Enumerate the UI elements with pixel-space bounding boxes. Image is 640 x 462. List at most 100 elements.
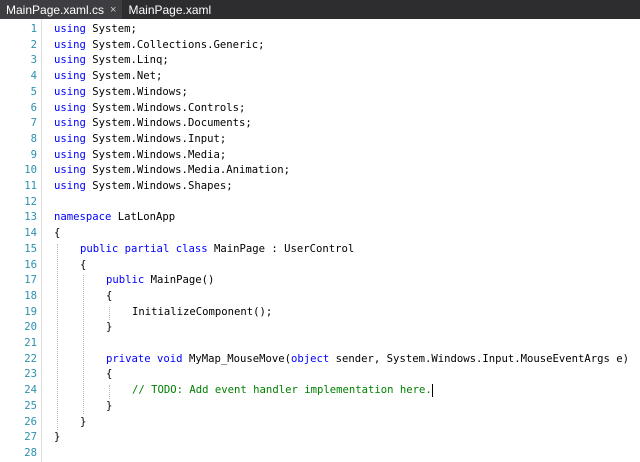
keyword-token: public <box>80 242 119 255</box>
code-line[interactable]: 3 using System.Linq; <box>0 53 640 69</box>
code-token: } <box>106 399 113 412</box>
keyword-token: partial <box>124 242 170 255</box>
code-text: using System.Windows.Shapes; <box>54 179 233 195</box>
line-number: 20 <box>24 321 37 334</box>
keyword-token: using <box>54 70 86 83</box>
code-text: } <box>106 399 112 415</box>
line-number: 5 <box>30 85 37 98</box>
code-token: MyMap_MouseMove( <box>182 352 291 365</box>
code-text: private void MyMap_MouseMove(object send… <box>106 352 629 368</box>
code-text: { <box>54 226 60 242</box>
line-number: 8 <box>30 132 37 145</box>
close-icon[interactable]: × <box>110 4 116 16</box>
code-line[interactable]: 24 // TODO: Add event handler implementat… <box>0 383 640 399</box>
code-token: System.Net; <box>85 70 163 83</box>
keyword-token: class <box>175 242 208 255</box>
tab-mainpage-xaml-cs[interactable]: MainPage.xaml.cs × <box>0 0 123 19</box>
code-line[interactable]: 17 public MainPage() <box>0 273 640 289</box>
code-line[interactable]: 2 using System.Collections.Generic; <box>0 38 640 54</box>
line-number: 17 <box>24 274 37 287</box>
code-line[interactable]: 20} <box>0 320 640 336</box>
code-text: using System.Windows; <box>54 85 188 101</box>
code-token: LatLonApp <box>111 211 176 224</box>
code-line[interactable]: 5 using System.Windows; <box>0 85 640 101</box>
indent-guide <box>109 306 110 321</box>
code-line[interactable]: 21 <box>0 336 640 352</box>
code-line[interactable]: 27} <box>0 430 640 446</box>
code-text: using System.Windows.Documents; <box>54 116 252 132</box>
code-text: using System.Windows.Media.Animation; <box>54 163 290 179</box>
code-token: System.Collections.Generic; <box>85 38 265 51</box>
code-line[interactable]: 15 public partial class MainPage : UserCo… <box>0 242 640 258</box>
line-number: 10 <box>24 164 37 177</box>
code-line[interactable]: 9 using System.Windows.Media; <box>0 148 640 164</box>
keyword-token: using <box>54 38 86 51</box>
code-line[interactable]: 12 <box>0 195 640 211</box>
code-line[interactable]: 7 using System.Windows.Documents; <box>0 116 640 132</box>
code-line[interactable]: 11 using System.Windows.Shapes; <box>0 179 640 195</box>
code-token: { <box>106 368 113 381</box>
keyword-token: private <box>106 352 151 365</box>
keyword-token: using <box>54 164 86 177</box>
code-token: MainPage : UserControl <box>207 242 355 255</box>
line-number: 19 <box>24 305 37 318</box>
code-line[interactable]: 26} <box>0 415 640 431</box>
line-number: 23 <box>24 368 37 381</box>
code-token: } <box>80 415 87 428</box>
code-line[interactable]: 6 using System.Windows.Controls; <box>0 101 640 117</box>
code-text: using System; <box>54 22 137 38</box>
code-line[interactable]: 8 using System.Windows.Input; <box>0 132 640 148</box>
code-text: using System.Linq; <box>54 53 169 69</box>
code-line[interactable]: 22 private void MyMap_MouseMove(object se… <box>0 352 640 368</box>
code-line[interactable]: 1 using System; <box>0 22 640 38</box>
code-line[interactable]: 16 { <box>0 258 640 274</box>
code-text: public MainPage() <box>106 273 214 289</box>
code-line[interactable]: 14 { <box>0 226 640 242</box>
code-line[interactable]: 23 { <box>0 367 640 383</box>
code-line[interactable]: 28 <box>0 446 640 462</box>
code-line[interactable]: 25} <box>0 399 640 415</box>
code-text: using System.Collections.Generic; <box>54 38 264 54</box>
code-token: InitializeComponent(); <box>132 305 273 318</box>
keyword-token: public <box>106 274 145 287</box>
line-number: 25 <box>24 399 37 412</box>
code-editor[interactable]: 1 using System; 2 using System.Collections.… <box>0 19 640 462</box>
line-number: 28 <box>24 446 37 459</box>
keyword-token: using <box>54 54 86 67</box>
tab-bar: MainPage.xaml.cs × MainPage.xaml <box>0 0 640 19</box>
code-line[interactable]: 4 using System.Net; <box>0 69 640 85</box>
line-number: 16 <box>24 258 37 271</box>
code-text: public partial class MainPage : UserCont… <box>80 242 354 258</box>
code-token: System.Windows.Shapes; <box>85 180 233 192</box>
line-number: 26 <box>24 415 37 428</box>
code-text: } <box>106 320 112 336</box>
line-number: 4 <box>30 70 37 83</box>
line-number: 22 <box>24 352 37 365</box>
line-number: 11 <box>24 180 37 192</box>
code-token: } <box>106 321 113 334</box>
code-token: System.Windows.Documents; <box>85 117 252 130</box>
code-line[interactable]: 19 InitializeComponent(); <box>0 305 640 321</box>
code-text: namespace LatLonApp <box>54 210 175 226</box>
tab-mainpage-xaml[interactable]: MainPage.xaml <box>122 0 217 19</box>
code-token: System.Windows.Input; <box>85 132 227 145</box>
code-token: System.Linq; <box>85 54 169 67</box>
line-number: 9 <box>30 148 37 161</box>
code-line[interactable]: 18 { <box>0 289 640 305</box>
code-line[interactable]: 13 namespace LatLonApp <box>0 210 640 226</box>
indent-guide <box>57 243 58 431</box>
code-token: System.Windows.Media.Animation; <box>85 164 290 177</box>
keyword-token: using <box>54 101 86 114</box>
code-text: { <box>80 258 86 274</box>
tab-label: MainPage.xaml.cs <box>6 2 105 17</box>
tab-label: MainPage.xaml <box>128 2 212 17</box>
line-number: 18 <box>24 289 37 302</box>
indent-guide <box>109 385 110 399</box>
code-line[interactable]: 10 using System.Windows.Media.Animation; <box>0 163 640 179</box>
comment-token: // TODO: Add event handler implementatio… <box>132 384 432 397</box>
line-number: 27 <box>24 431 37 444</box>
keyword-token: using <box>54 85 86 98</box>
code-token: System.Windows.Media; <box>85 148 227 161</box>
code-token: MainPage() <box>144 274 215 287</box>
code-text: { <box>106 367 112 383</box>
